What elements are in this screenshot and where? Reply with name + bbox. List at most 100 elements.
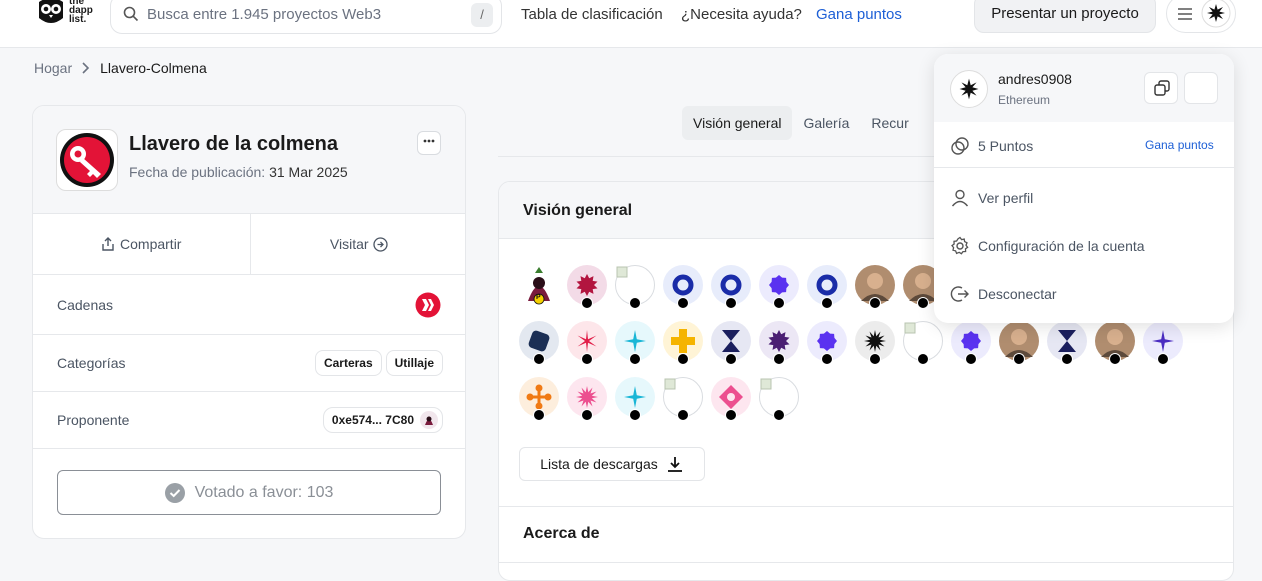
voter-avatar[interactable]	[1047, 321, 1087, 365]
account-username: andres0908	[998, 71, 1072, 87]
nav-earn-points[interactable]: Gana puntos	[816, 6, 902, 23]
project-logo	[56, 129, 118, 191]
overview-title: Visión general	[523, 202, 633, 219]
download-list-button[interactable]: Lista de descargas	[519, 447, 705, 481]
proposer-row: Proponente 0xe574... 7C80	[33, 392, 465, 449]
upvote-badge	[677, 297, 689, 309]
voter-avatar[interactable]	[807, 265, 847, 309]
project-tabs: Visión general Galería Recur	[682, 106, 920, 140]
chevron-right-icon	[82, 62, 90, 74]
voter-avatar[interactable]	[519, 377, 559, 421]
upvote-badge	[629, 409, 641, 421]
proposer-avatar-icon	[420, 411, 438, 429]
voter-avatar[interactable]: P	[519, 265, 559, 305]
menu-item-disconnect[interactable]: Desconectar	[950, 284, 1057, 304]
voter-avatar[interactable]	[519, 321, 559, 365]
voter-avatar[interactable]	[567, 265, 607, 309]
voter-avatar[interactable]	[855, 265, 895, 309]
categories-row: Categorías Carteras Utillaje	[33, 335, 465, 392]
voter-avatar[interactable]	[1143, 321, 1183, 365]
voter-avatar[interactable]	[711, 265, 751, 309]
logo-word-list: list.	[69, 14, 87, 25]
hamburger-icon	[1178, 8, 1192, 20]
tab-overview[interactable]: Visión general	[682, 106, 793, 140]
earn-points-link[interactable]: Gana puntos	[1145, 138, 1214, 152]
voter-avatar[interactable]	[711, 321, 751, 365]
voter-avatar[interactable]	[567, 377, 607, 421]
visit-button[interactable]: Visitar	[249, 214, 466, 274]
voter-avatar[interactable]	[759, 265, 799, 309]
user-avatar-icon	[1201, 0, 1231, 28]
account-chain: Ethereum	[998, 93, 1051, 107]
proposer-address: 0xe574... 7C80	[331, 413, 414, 427]
tab-gallery[interactable]: Galería	[792, 106, 860, 140]
proposer-label: Proponente	[57, 412, 130, 428]
category-chips: Carteras Utillaje	[311, 350, 443, 376]
upvote-button[interactable]: Votado a favor: 103	[57, 470, 441, 515]
upvote-badge	[581, 353, 593, 365]
hive-chain-icon[interactable]	[415, 292, 441, 318]
menu-item-view-profile[interactable]: Ver perfil	[950, 188, 1033, 208]
voter-avatar[interactable]	[903, 321, 943, 365]
arrow-circle-right-icon	[372, 236, 388, 252]
copy-icon	[1154, 80, 1170, 96]
more-options-button[interactable]	[417, 131, 441, 155]
voter-avatar[interactable]	[663, 321, 703, 365]
view-profile-label: Ver perfil	[978, 190, 1034, 206]
copy-address-button[interactable]	[1144, 72, 1178, 104]
voter-avatar[interactable]	[615, 265, 655, 309]
category-chip[interactable]: Utillaje	[385, 350, 443, 376]
logo[interactable]: the dapp list.	[36, 0, 93, 26]
search-input[interactable]: Busca entre 1.945 proyectos Web3 /	[110, 0, 502, 34]
upvote-badge	[773, 409, 785, 421]
dropdown-divider	[934, 167, 1234, 168]
category-chip[interactable]: Carteras	[314, 350, 382, 376]
voter-avatar[interactable]	[951, 321, 991, 365]
nav-leaderboard[interactable]: Tabla de clasificación	[521, 6, 663, 23]
publish-date-value: 31 Mar 2025	[269, 164, 348, 180]
share-label: Compartir	[120, 236, 182, 252]
breadcrumb-current: Llavero-Colmena	[100, 60, 207, 76]
download-list-label: Lista de descargas	[540, 456, 658, 472]
blank-action-button[interactable]	[1184, 72, 1218, 104]
chains-label: Cadenas	[57, 296, 114, 313]
voter-avatar[interactable]	[615, 321, 655, 365]
upvote-badge	[917, 297, 929, 309]
voter-avatar[interactable]	[1095, 321, 1135, 365]
voter-avatar[interactable]	[807, 321, 847, 365]
check-circle-icon	[164, 482, 185, 503]
upvote-badge	[1157, 353, 1169, 365]
upvote-badge	[965, 353, 977, 365]
visit-label: Visitar	[329, 236, 369, 252]
upvote-label: Votado a favor: 103	[194, 483, 334, 501]
proposer-chip[interactable]: 0xe574... 7C80	[322, 407, 443, 433]
account-menu-button[interactable]	[1166, 0, 1236, 33]
upvote-badge	[725, 353, 737, 365]
voter-avatar[interactable]	[567, 321, 607, 365]
hive-keychain-logo-icon	[60, 133, 114, 187]
upvote-badge	[1109, 353, 1121, 365]
voter-avatar[interactable]	[711, 377, 751, 421]
breadcrumb-home[interactable]: Hogar	[34, 60, 72, 76]
submit-project-button[interactable]: Presentar un proyecto	[974, 0, 1156, 33]
voter-avatar[interactable]	[759, 377, 799, 421]
upvote-badge	[773, 353, 785, 365]
voter-avatar[interactable]	[615, 377, 655, 421]
voter-avatar[interactable]	[759, 321, 799, 365]
owl-logo-icon	[39, 0, 63, 23]
voter-avatar[interactable]	[663, 377, 703, 421]
voter-avatar[interactable]	[855, 321, 895, 365]
upvote-badge	[869, 353, 881, 365]
share-button[interactable]: Compartir	[33, 214, 250, 274]
voter-avatar[interactable]	[663, 265, 703, 309]
voter-avatar[interactable]	[999, 321, 1039, 365]
account-dropdown-header: andres0908 Ethereum	[934, 54, 1234, 122]
project-header: Llavero de la colmena Fecha de publicaci…	[33, 106, 465, 214]
categories-label: Categorías	[57, 355, 126, 371]
upvote-badge	[629, 297, 641, 309]
about-title: Acerca de	[523, 525, 600, 542]
nav-help[interactable]: ¿Necesita ayuda?	[681, 6, 802, 23]
search-icon	[123, 6, 139, 22]
menu-item-account-settings[interactable]: Configuración de la cuenta	[950, 236, 1145, 256]
tab-resources[interactable]: Recur	[860, 106, 919, 140]
